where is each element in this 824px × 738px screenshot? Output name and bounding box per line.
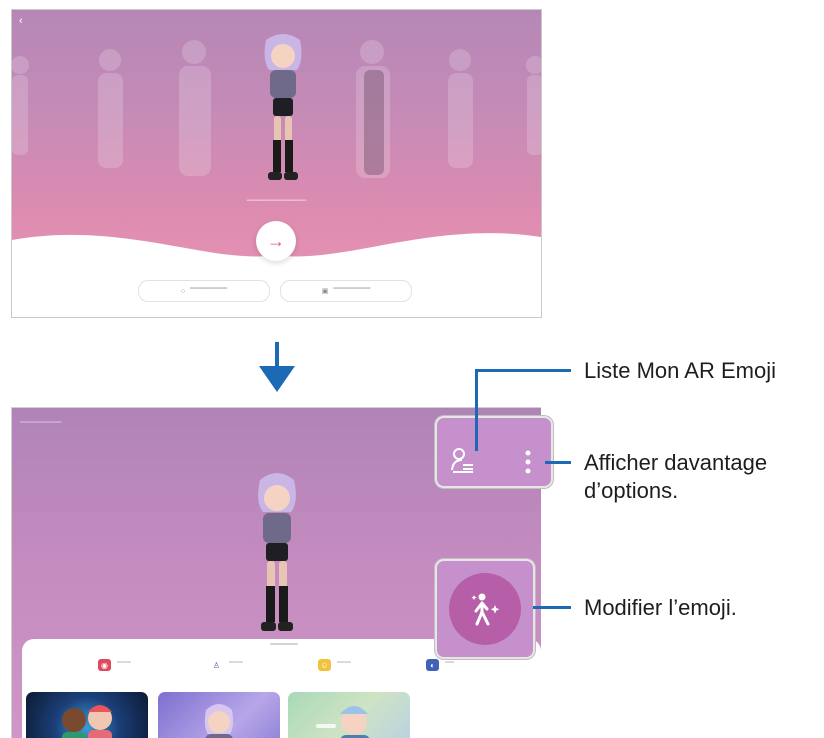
pill-label-blurred: ▔▔▔▔▔▔▔▔: [333, 288, 371, 295]
avatar-figure: [258, 473, 296, 631]
leader-line-list: [475, 369, 478, 451]
label-more-options-line2: d’options.: [584, 478, 679, 503]
leader-line-more: [545, 461, 571, 464]
edit-emoji-icon: [471, 593, 500, 626]
back-icon[interactable]: ‹: [19, 15, 23, 27]
leader-line-list-h: [475, 369, 571, 372]
tab-label-blurred: ▔▔▔: [117, 662, 131, 669]
down-arrow-icon: [259, 342, 295, 392]
avatar-carousel[interactable]: [12, 30, 541, 210]
next-button[interactable]: →: [256, 221, 296, 261]
edit-emoji-button[interactable]: [449, 573, 521, 645]
tab-mask[interactable]: ◐ ▔▔: [426, 659, 454, 671]
tab-label-blurred: ▔▔▔: [337, 662, 351, 669]
preview-caption: ▔▔▔▔▔▔▔▔▔▔▔: [246, 201, 307, 208]
image-icon: ▣: [321, 288, 329, 295]
avatar-list-icon[interactable]: [451, 448, 475, 474]
more-options-icon[interactable]: [524, 450, 532, 476]
label-emoji-list: Liste Mon AR Emoji: [584, 358, 776, 383]
callout-edit: [435, 559, 535, 659]
camera-icon: ◉: [98, 659, 111, 671]
pill-label-blurred: ▔▔▔▔▔▔▔▔: [190, 288, 228, 295]
mask-icon: ◐: [426, 659, 439, 671]
tab-stickers[interactable]: ☺ ▔▔▔: [318, 659, 351, 671]
screen-title-blurred: ▔▔▔▔▔▔▔▔▔: [20, 423, 62, 429]
thumbnail-3[interactable]: [288, 692, 410, 738]
camera-icon: ○: [180, 287, 186, 295]
thumbnail-1[interactable]: [26, 692, 148, 738]
tab-label-blurred: ▔▔: [445, 662, 455, 669]
tab-studio[interactable]: ♙ ▔▔▔: [210, 659, 243, 671]
create-emoji-screen: ‹ ▔▔▔▔▔▔▔▔▔▔▔ → ○ ▔▔▔▔▔▔▔▔ ▣ ▔▔▔▔▔▔▔▔: [11, 9, 542, 318]
tab-label-blurred: ▔▔▔: [229, 662, 243, 669]
label-more-options-line1: Afficher davantage: [584, 450, 768, 475]
create-with-camera-button[interactable]: ○ ▔▔▔▔▔▔▔▔: [138, 280, 270, 302]
sheet-handle[interactable]: [270, 643, 298, 645]
avatar-figure: [264, 34, 302, 180]
leader-line-edit: [533, 606, 571, 609]
label-edit-emoji: Modifier l’emoji.: [584, 595, 737, 620]
callout-list-more: [435, 416, 553, 488]
sticker-icon: ☺: [318, 659, 331, 671]
arrow-right-icon: →: [267, 230, 285, 251]
thumbnail-2[interactable]: [158, 692, 280, 738]
tab-camera[interactable]: ◉ ▔▔▔: [98, 659, 131, 671]
figure-icon: ♙: [212, 660, 221, 670]
create-from-image-button[interactable]: ▣ ▔▔▔▔▔▔▔▔: [280, 280, 412, 302]
